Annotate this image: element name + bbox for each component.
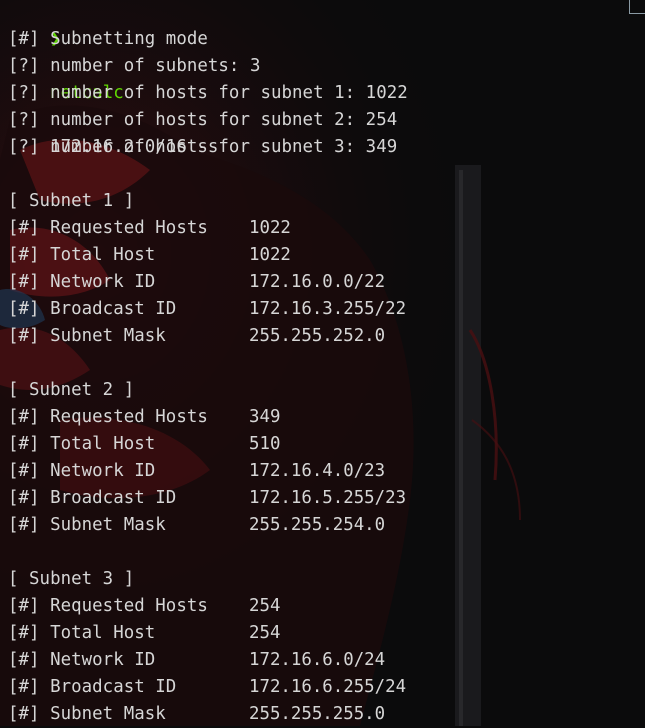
subnet-1-subnet-mask-value: 255.255.252.0 — [249, 326, 386, 346]
subnet-1-requested-hosts-value: 1022 — [249, 218, 291, 238]
output-line-hosts-subnet-1: [?] number of hosts for subnet 1: 1022 — [8, 83, 408, 103]
subnet-2-network-id-value: 172.16.4.0/23 — [249, 461, 386, 481]
subnet-3-requested-hosts-label: [#] Requested Hosts — [8, 596, 208, 616]
subnet-2-network-id-label: [#] Network ID — [8, 461, 156, 481]
subnet-1-broadcast-id-value: 172.16.3.255/22 — [249, 299, 407, 319]
subnet-1-total-host-label: [#] Total Host — [8, 245, 156, 265]
subnet-1-header: [ Subnet 1 ] — [8, 191, 135, 211]
subnet-2-broadcast-id-value: 172.16.5.255/23 — [249, 488, 407, 508]
output-line-hosts-subnet-3: [?] number of hosts for subnet 3: 349 — [8, 137, 398, 157]
subnet-1-total-host-value: 1022 — [249, 245, 291, 265]
subnet-3-network-id-label: [#] Network ID — [8, 650, 156, 670]
subnet-2-total-host-label: [#] Total Host — [8, 434, 156, 454]
subnet-3-requested-hosts-value: 254 — [249, 596, 281, 616]
subnet-3-total-host-value: 254 — [249, 623, 281, 643]
subnet-1-subnet-mask-label: [#] Subnet Mask — [8, 326, 166, 346]
subnet-3-subnet-mask-value: 255.255.255.0 — [249, 704, 386, 724]
subnet-2-subnet-mask-label: [#] Subnet Mask — [8, 515, 166, 535]
subnet-1-network-id-label: [#] Network ID — [8, 272, 156, 292]
output-line-subnet-count: [?] number of subnets: 3 — [8, 56, 261, 76]
subnet-3-broadcast-id-label: [#] Broadcast ID — [8, 677, 177, 697]
subnet-1-network-id-value: 172.16.0.0/22 — [249, 272, 386, 292]
subnet-1-broadcast-id-label: [#] Broadcast ID — [8, 299, 177, 319]
subnet-2-subnet-mask-value: 255.255.254.0 — [249, 515, 386, 535]
subnet-2-header: [ Subnet 2 ] — [8, 380, 135, 400]
subnet-3-total-host-label: [#] Total Host — [8, 623, 156, 643]
subnet-2-requested-hosts-label: [#] Requested Hosts — [8, 407, 208, 427]
subnet-1-requested-hosts-label: [#] Requested Hosts — [8, 218, 208, 238]
output-line-mode: [#] Subnetting mode — [8, 29, 208, 49]
subnet-3-broadcast-id-value: 172.16.6.255/24 — [249, 677, 407, 697]
terminal-output: ❯ netcalc 172.16.2.0/16 -s [#] Subnettin… — [0, 0, 645, 726]
window-corner-indicator — [629, 0, 645, 14]
subnet-2-broadcast-id-label: [#] Broadcast ID — [8, 488, 177, 508]
subnet-2-total-host-value: 510 — [249, 434, 281, 454]
subnet-3-network-id-value: 172.16.6.0/24 — [249, 650, 386, 670]
subnet-2-requested-hosts-value: 349 — [249, 407, 281, 427]
output-line-hosts-subnet-2: [?] number of hosts for subnet 2: 254 — [8, 110, 398, 130]
prompt-line[interactable]: ❯ netcalc 172.16.2.0/16 -s — [8, 0, 218, 157]
subnet-3-header: [ Subnet 3 ] — [8, 569, 135, 589]
subnet-3-subnet-mask-label: [#] Subnet Mask — [8, 704, 166, 724]
